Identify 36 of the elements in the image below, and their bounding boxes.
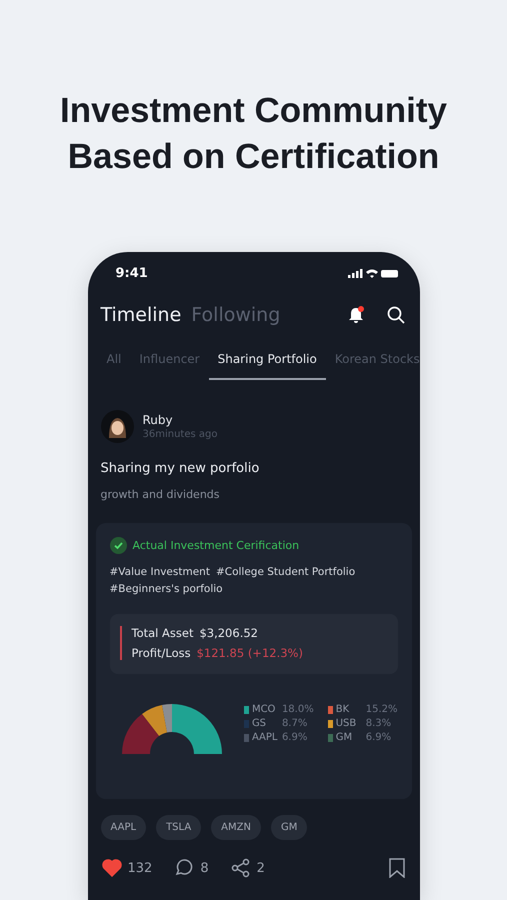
legend-item: AAPL 6.9%	[244, 732, 314, 743]
summary-value: $3,206.52	[199, 626, 258, 640]
author-name: Ruby	[142, 413, 174, 427]
summary-label: Profit/Loss	[132, 646, 191, 660]
legend-item: GS 8.7%	[244, 718, 314, 729]
ticker-chip[interactable]: AMZN	[211, 815, 261, 840]
legend-item: USB 8.3%	[328, 718, 398, 729]
headline: Investment Community Based on Certification	[60, 90, 447, 178]
like-count: 132	[128, 860, 152, 876]
post-time: 36minutes ago	[142, 429, 218, 440]
share-icon[interactable]	[230, 858, 251, 878]
post-body: growth and dividends	[100, 487, 221, 501]
ticker-chip[interactable]: AAPL	[100, 815, 146, 840]
post-title: Sharing my new porfolio	[100, 460, 260, 476]
legend-item: GM 6.9%	[328, 732, 398, 743]
bookmark-icon[interactable]	[388, 858, 406, 878]
comment-count: 8	[200, 860, 209, 876]
category-tab[interactable]: Sharing Portfolio	[208, 352, 326, 380]
ticker-chip[interactable]: GM	[270, 815, 308, 840]
heart-icon[interactable]	[102, 859, 122, 877]
hashtag: #Value Investment	[110, 566, 210, 578]
status-time: 9:41	[116, 266, 148, 280]
search-icon[interactable]	[386, 305, 406, 325]
summary-label: Total Asset	[132, 626, 194, 640]
hashtag: #College Student Portfolio	[216, 566, 356, 578]
comment-icon[interactable]	[174, 859, 194, 877]
legend-item: BK 15.2%	[328, 704, 398, 715]
legend-item: MCO 18.0%	[244, 704, 314, 715]
ticker-chip[interactable]: TSLA	[156, 815, 202, 840]
header-tab[interactable]: Timeline	[100, 304, 182, 326]
avatar	[100, 410, 134, 443]
certification-label: Actual Investment Cerification	[132, 539, 300, 552]
status-icons	[348, 268, 400, 278]
hashtag: #Beginners's porfolio	[110, 583, 223, 595]
summary-value: $121.85 (+12.3%)	[196, 646, 303, 660]
share-count: 2	[256, 860, 265, 876]
